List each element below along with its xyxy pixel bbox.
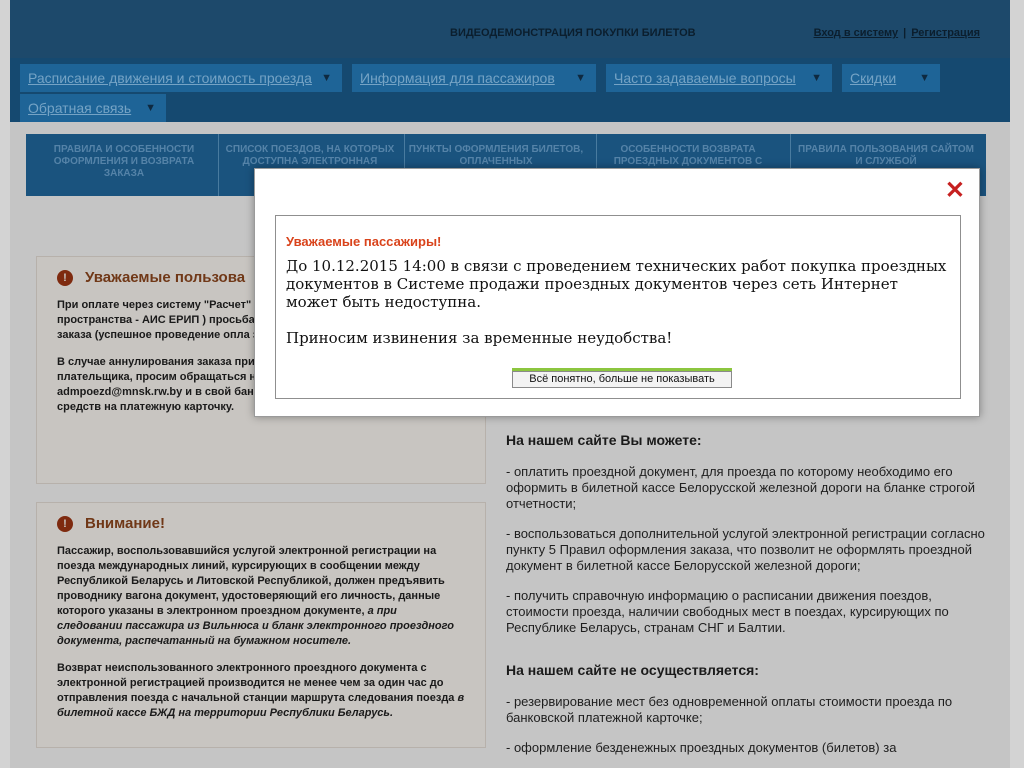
modal-body: Уважаемые пассажиры! До 10.12.2015 14:00… bbox=[275, 215, 961, 399]
modal-message: До 10.12.2015 14:00 в связи с проведение… bbox=[286, 257, 947, 311]
dismiss-button[interactable]: Всё понятно, больше не показывать bbox=[512, 371, 732, 388]
modal-apology: Приносим извинения за временные неудобст… bbox=[286, 329, 673, 347]
notice-modal: ✕ Уважаемые пассажиры! До 10.12.2015 14:… bbox=[254, 168, 980, 417]
page: ВИДЕОДЕМОНСТРАЦИЯ ПОКУПКИ БИЛЕТОВ Вход в… bbox=[0, 0, 1024, 768]
modal-title: Уважаемые пассажиры! bbox=[286, 234, 442, 249]
close-icon[interactable]: ✕ bbox=[945, 179, 965, 203]
dismiss-button-wrap: Всё понятно, больше не показывать bbox=[512, 368, 732, 388]
